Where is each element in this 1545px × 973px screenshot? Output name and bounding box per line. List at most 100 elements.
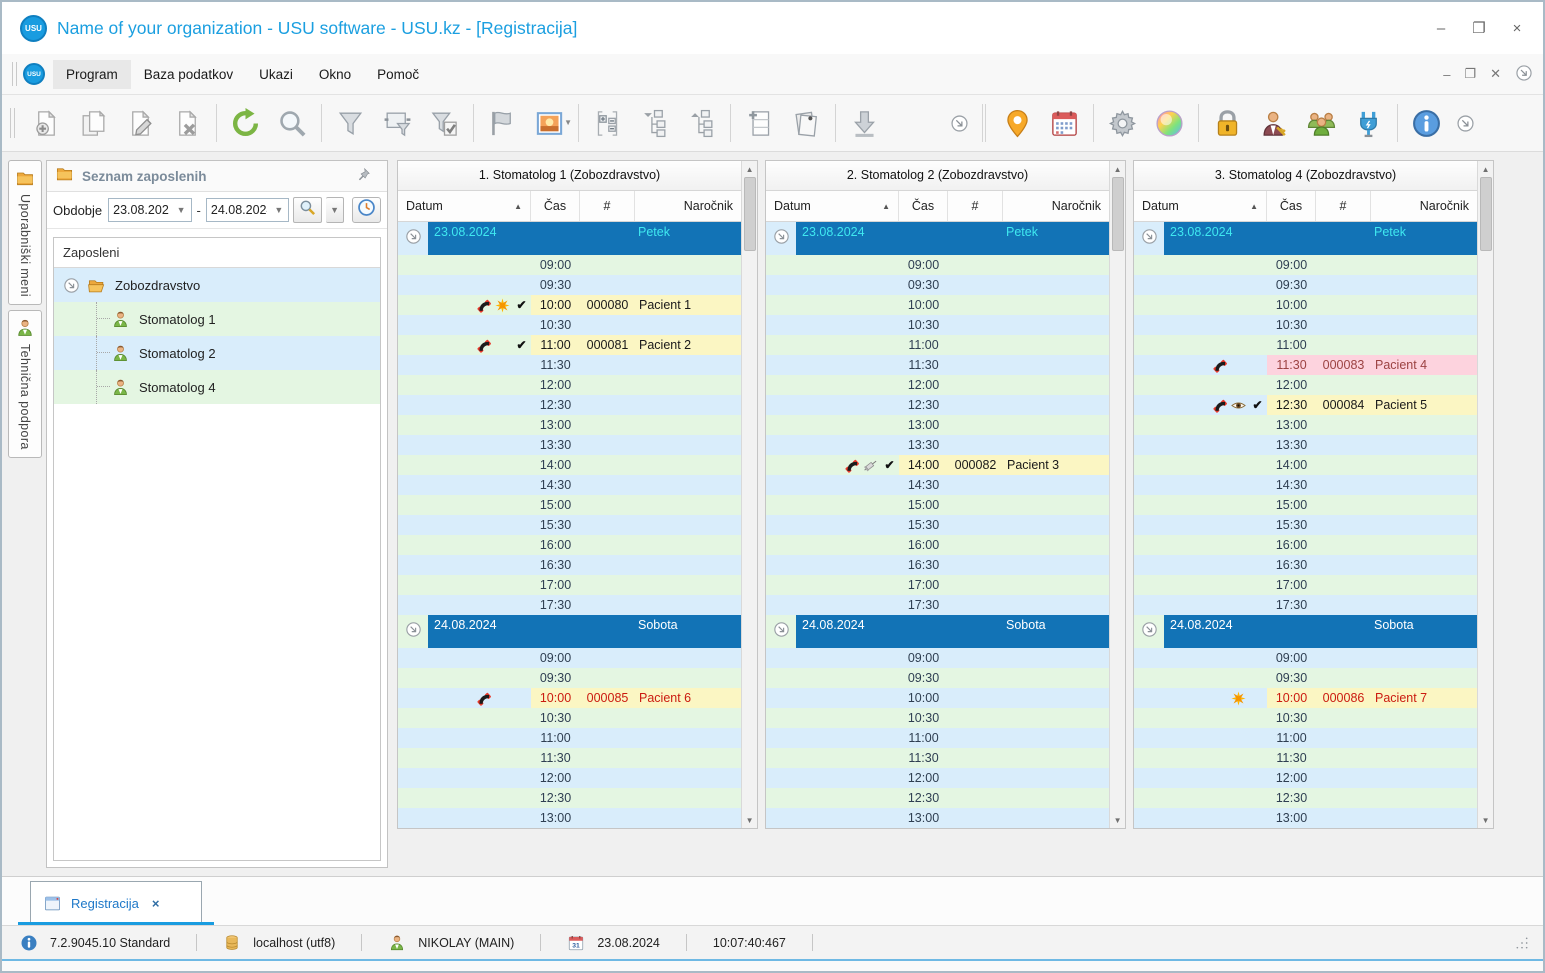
appointment-row[interactable]: ✔ 10:00 000080 Pacient 1: [398, 295, 742, 315]
time-slot-row[interactable]: 09:00: [398, 648, 742, 668]
menu-grip[interactable]: [12, 62, 17, 86]
time-slot-row[interactable]: 14:00: [1134, 455, 1478, 475]
time-slot-row[interactable]: 12:00: [398, 768, 742, 788]
scrollbar-thumb[interactable]: [1479, 177, 1492, 251]
time-slot-row[interactable]: 13:00: [1134, 808, 1478, 828]
copy-document-button[interactable]: [70, 100, 117, 146]
time-slot-row[interactable]: 17:30: [766, 595, 1110, 615]
date-row[interactable]: 23.08.2024 Petek: [1134, 222, 1478, 255]
time-slot-row[interactable]: 15:30: [766, 515, 1110, 535]
time-slot-row[interactable]: 13:00: [766, 808, 1110, 828]
scrollbar-thumb[interactable]: [1111, 177, 1124, 251]
menu-item-ukazi[interactable]: Ukazi: [246, 60, 306, 89]
time-slot-row[interactable]: 15:00: [398, 495, 742, 515]
time-slot-row[interactable]: 16:30: [398, 555, 742, 575]
date-to-field[interactable]: 24.08.2024 ▼: [205, 198, 290, 222]
time-slot-row[interactable]: 12:00: [398, 375, 742, 395]
time-slot-row[interactable]: 12:30: [398, 395, 742, 415]
time-slot-row[interactable]: 12:00: [1134, 768, 1478, 788]
scroll-down-icon[interactable]: ▼: [742, 812, 757, 828]
filter-panel-button[interactable]: [374, 100, 421, 146]
time-slot-row[interactable]: 10:30: [1134, 315, 1478, 335]
mdi-restore-button[interactable]: ❐: [1464, 66, 1476, 82]
info-button[interactable]: [1403, 100, 1450, 146]
time-slot-row[interactable]: 09:00: [766, 648, 1110, 668]
column-header-narocnik[interactable]: Naročnik: [1371, 191, 1477, 221]
flag-button[interactable]: [479, 100, 526, 146]
time-slot-row[interactable]: 10:30: [398, 315, 742, 335]
time-slot-row[interactable]: 11:00: [766, 335, 1110, 355]
column-header-cas[interactable]: Čas: [531, 191, 580, 221]
time-slot-row[interactable]: 11:30: [766, 355, 1110, 375]
expand-day-icon[interactable]: [1141, 621, 1158, 643]
resize-grip[interactable]: [1515, 936, 1529, 950]
column-header-cas[interactable]: Čas: [1267, 191, 1316, 221]
column-header-datum[interactable]: Datum ▲: [766, 191, 899, 221]
date-from-field[interactable]: 23.08.2024 ▼: [108, 198, 192, 222]
expand-list-button[interactable]: [584, 100, 631, 146]
time-slot-row[interactable]: 16:30: [1134, 555, 1478, 575]
mdi-minimize-button[interactable]: –: [1443, 67, 1450, 82]
time-slot-row[interactable]: 09:30: [398, 275, 742, 295]
scroll-up-icon[interactable]: ▲: [1110, 161, 1125, 177]
column-header-narocnik[interactable]: Naročnik: [635, 191, 741, 221]
expand-node-icon[interactable]: [63, 277, 80, 294]
calendar-button[interactable]: [1041, 100, 1088, 146]
time-slot-row[interactable]: 09:00: [766, 255, 1110, 275]
expand-day-icon[interactable]: [405, 228, 422, 250]
time-slot-row[interactable]: 14:00: [398, 455, 742, 475]
column-header-cas[interactable]: Čas: [899, 191, 948, 221]
menu-item-baza-podatkov[interactable]: Baza podatkov: [131, 60, 246, 89]
time-slot-row[interactable]: 16:00: [1134, 535, 1478, 555]
employees-list-header[interactable]: Zaposleni: [54, 238, 380, 268]
tree-row-stomatolog-4[interactable]: Stomatolog 4: [54, 370, 380, 404]
appointment-row[interactable]: ✔ 12:30 000084 Pacient 5: [1134, 395, 1478, 415]
time-slot-row[interactable]: 13:00: [1134, 415, 1478, 435]
search-options-button[interactable]: ▼: [326, 197, 344, 223]
time-slot-row[interactable]: 11:00: [1134, 728, 1478, 748]
time-slot-row[interactable]: 11:30: [1134, 748, 1478, 768]
side-tab-uporabniški-meni[interactable]: Uporabniški meni: [8, 160, 42, 305]
time-slot-row[interactable]: 10:00: [766, 688, 1110, 708]
time-slot-row[interactable]: 10:00: [766, 295, 1110, 315]
search-button[interactable]: [293, 197, 323, 223]
appointment-row[interactable]: ✔ 14:00 000082 Pacient 3: [766, 455, 1110, 475]
column-header-narocnik[interactable]: Naročnik: [1003, 191, 1109, 221]
time-slot-row[interactable]: 11:00: [766, 728, 1110, 748]
time-slot-row[interactable]: 09:00: [1134, 255, 1478, 275]
date-row[interactable]: 24.08.2024 Sobota: [1134, 615, 1478, 648]
time-slot-row[interactable]: 13:00: [766, 415, 1110, 435]
time-slot-row[interactable]: 10:30: [1134, 708, 1478, 728]
time-slot-row[interactable]: 15:00: [1134, 495, 1478, 515]
column-header-datum[interactable]: Datum ▲: [1134, 191, 1267, 221]
delete-document-button[interactable]: [164, 100, 211, 146]
time-slot-row[interactable]: 11:30: [398, 748, 742, 768]
add-table-row-button[interactable]: [736, 100, 783, 146]
time-slot-row[interactable]: 10:30: [766, 315, 1110, 335]
time-slot-row[interactable]: 09:30: [398, 668, 742, 688]
time-slot-row[interactable]: 10:30: [398, 708, 742, 728]
appointment-row[interactable]: 10:00 000085 Pacient 6: [398, 688, 742, 708]
appointment-row[interactable]: 11:30 000083 Pacient 4: [1134, 355, 1478, 375]
chevron-down-icon[interactable]: ▼: [172, 205, 191, 215]
time-slot-row[interactable]: 17:00: [398, 575, 742, 595]
filter-button[interactable]: [327, 100, 374, 146]
time-slot-row[interactable]: 09:30: [1134, 275, 1478, 295]
tree-collapse-button[interactable]: [678, 100, 725, 146]
tree-row-zobozdravstvo[interactable]: Zobozdravstvo: [54, 268, 380, 302]
expand-day-icon[interactable]: [773, 621, 790, 643]
time-slot-row[interactable]: 11:00: [1134, 335, 1478, 355]
time-slot-row[interactable]: 12:00: [766, 768, 1110, 788]
picture-button[interactable]: ▼: [526, 100, 573, 146]
expand-day-icon[interactable]: [773, 228, 790, 250]
chevron-down-icon[interactable]: ▼: [564, 118, 572, 127]
column-header-number[interactable]: #: [580, 191, 635, 221]
time-slot-row[interactable]: 13:30: [766, 435, 1110, 455]
chevron-down-icon[interactable]: ▼: [269, 205, 288, 215]
scroll-up-icon[interactable]: ▲: [742, 161, 757, 177]
time-slot-row[interactable]: 15:30: [1134, 515, 1478, 535]
date-row[interactable]: 24.08.2024 Sobota: [766, 615, 1110, 648]
settings-gear-button[interactable]: [1099, 100, 1146, 146]
search-button[interactable]: [269, 100, 316, 146]
time-slot-row[interactable]: 12:00: [1134, 375, 1478, 395]
